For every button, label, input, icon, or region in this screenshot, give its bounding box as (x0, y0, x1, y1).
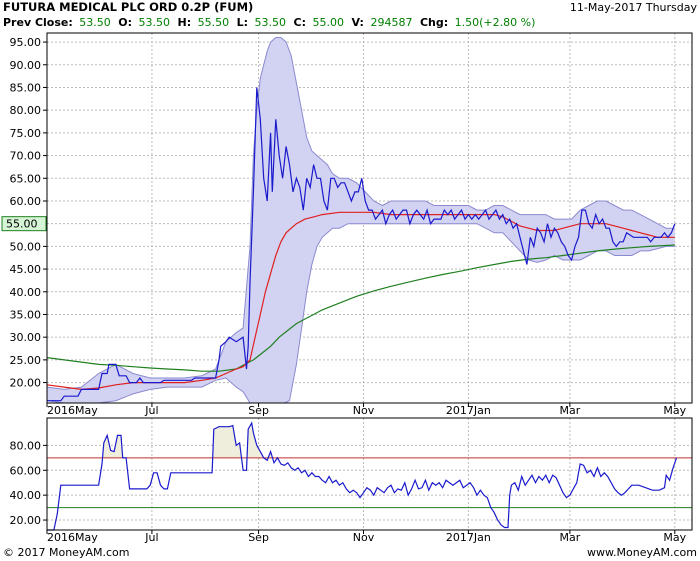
change-label: Chg: (420, 16, 448, 29)
volume-value: 294587 (370, 16, 412, 29)
price-y-tick: 80.00 (10, 104, 42, 117)
open-label: O: (118, 16, 132, 29)
footer-site: www.MoneyAM.com (587, 546, 697, 559)
footer-copyright: © 2017 MoneyAM.com (3, 546, 129, 559)
chart: FUTURA MEDICAL PLC ORD 0.2P (FUM) 11-May… (1, 0, 697, 559)
prev-close-value: 53.50 (79, 16, 111, 29)
price-x-tick: Sep (248, 404, 269, 417)
price-y-tick: 70.00 (10, 150, 42, 163)
rsi-x-tick: Nov (353, 531, 375, 544)
price-x-tick: May (663, 404, 686, 417)
rsi-overbought-fill (102, 423, 677, 458)
price-y-tick: 40.00 (10, 286, 42, 299)
low-value: 53.50 (255, 16, 287, 29)
rsi-levels (47, 457, 692, 509)
rsi-x-tick: Mar (559, 531, 580, 544)
price-x-tick: Nov (353, 404, 375, 417)
rsi-series (47, 421, 678, 531)
price-y-tick: 85.00 (10, 81, 42, 94)
prev-close-label: Prev Close: (3, 16, 73, 29)
close-label: C: (294, 16, 306, 29)
price-y-tick: 35.00 (10, 308, 42, 321)
volume-label: V: (352, 16, 364, 29)
rsi-panel: 20.0040.0060.0080.00 2016May Jul Sep Nov 201… (10, 417, 693, 544)
rsi-y-axis: 20.00 40.00 60.00 80.00 (10, 439, 47, 527)
price-y-tick: 60.00 (10, 195, 42, 208)
price-x-tick: 2017Jan (446, 404, 491, 417)
last-price-label: 55.00 (6, 218, 38, 231)
price-y-axis: 20.0025.0030.0035.0040.0045.0050.0055.00… (10, 36, 47, 390)
last-price-tag: 55.00 (1, 216, 47, 232)
rsi-y-tick: 60.00 (10, 464, 42, 477)
footer: © 2017 MoneyAM.com www.MoneyAM.com (3, 546, 697, 559)
rsi-x-axis: 2016May Jul Sep Nov 2017Jan Mar May (46, 530, 687, 544)
rsi-x-tick: May (663, 531, 686, 544)
price-y-tick: 75.00 (10, 127, 42, 140)
change-value: 1.50(+2.80 %) (455, 16, 536, 29)
rsi-y-tick: 40.00 (10, 489, 42, 502)
low-label: L: (237, 16, 248, 29)
rsi-x-tick: 2017Jan (446, 531, 491, 544)
price-y-tick: 20.00 (10, 377, 42, 390)
price-x-tick: 2016May (47, 404, 98, 417)
rsi-overbought-area (102, 423, 677, 458)
price-x-axis: 2016May Jul Sep Nov 2017Jan Mar May (46, 403, 687, 417)
high-label: H: (178, 16, 192, 29)
price-y-tick: 30.00 (10, 331, 42, 344)
price-panel: 20.00 25.00 30.00 35.00 40.00 45.00 50.00 55.00… (1, 32, 693, 417)
quote-line: Prev Close: 53.50 O: 53.50 H: 55.50 L: 5… (3, 16, 535, 29)
rsi-x-tick: Sep (248, 531, 269, 544)
price-y-tick: 95.00 (10, 36, 42, 49)
rsi-y-tick: 20.00 (10, 514, 42, 527)
rsi-x-tick: Jul (144, 531, 158, 544)
close-value: 55.00 (313, 16, 345, 29)
ma-long-line (46, 244, 675, 372)
price-y-tick: 45.00 (10, 263, 42, 276)
price-y-tick: 65.00 (10, 172, 42, 185)
open-value: 53.50 (139, 16, 171, 29)
rsi-y-tick: 80.00 (10, 439, 42, 452)
price-y-tick: 50.00 (10, 240, 42, 253)
price-x-tick: Jul (144, 404, 158, 417)
stock-title: FUTURA MEDICAL PLC ORD 0.2P (FUM) (3, 0, 253, 14)
price-y-tick: 25.00 (10, 354, 42, 367)
price-y-tick: 90.00 (10, 59, 42, 72)
price-x-tick: Mar (559, 404, 580, 417)
rsi-line (47, 421, 678, 531)
high-value: 55.50 (198, 16, 230, 29)
rsi-x-tick: 2016May (47, 531, 98, 544)
header-date: 11-May-2017 Thursday (570, 1, 698, 14)
header: FUTURA MEDICAL PLC ORD 0.2P (FUM) 11-May… (3, 0, 697, 29)
